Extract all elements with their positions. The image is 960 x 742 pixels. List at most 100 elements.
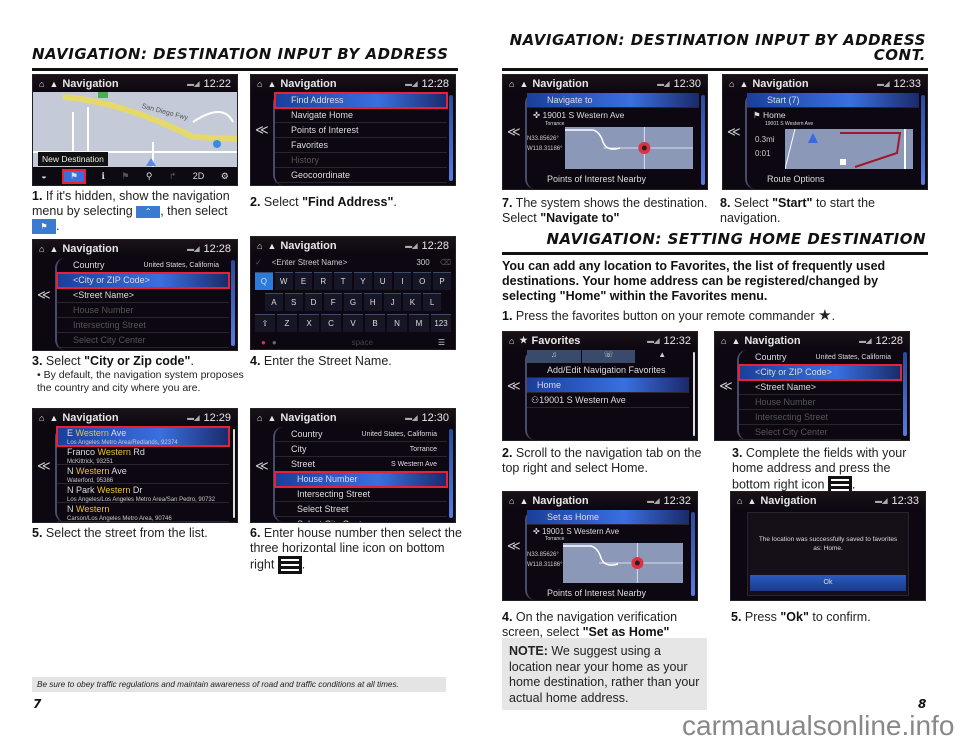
country-row[interactable]: Country United States, California <box>739 350 901 365</box>
key[interactable]: T <box>334 272 352 290</box>
key[interactable]: I <box>393 272 412 290</box>
street-result-item[interactable]: N Western Ave Waterford, 95386 <box>57 465 229 484</box>
street-result-item[interactable]: N Park Western Dr Los Angeles/Los Angeles… <box>57 484 229 503</box>
key[interactable]: Z <box>277 314 297 332</box>
list-menu-icon[interactable]: ☰ <box>438 338 445 347</box>
key[interactable]: R <box>314 272 333 290</box>
key[interactable]: F <box>324 293 343 311</box>
scrollbar[interactable] <box>449 429 453 518</box>
key[interactable]: G <box>344 293 362 311</box>
key[interactable]: H <box>363 293 382 311</box>
back-icon[interactable]: ≪ <box>507 378 521 394</box>
key[interactable]: U <box>373 272 392 290</box>
poi-nearby-item[interactable]: Points of Interest Nearby <box>527 172 699 187</box>
home-item[interactable]: Home <box>527 378 689 393</box>
street-result-item[interactable]: E Western Ave Los Angeles Metro Area/Redl… <box>56 426 230 447</box>
select-city-center-item[interactable]: Select City Center <box>739 425 901 440</box>
scrollbar[interactable] <box>693 352 695 436</box>
key[interactable]: E <box>294 272 313 290</box>
back-icon[interactable]: ≪ <box>507 538 521 554</box>
globe-icon[interactable]: ● <box>272 338 277 347</box>
key[interactable]: J <box>383 293 402 311</box>
scrollbar[interactable] <box>449 95 453 181</box>
key[interactable]: W <box>274 272 293 290</box>
back-icon[interactable]: ≪ <box>37 287 51 303</box>
key[interactable]: S <box>284 293 303 311</box>
country-row[interactable]: Country United States, California <box>57 258 229 273</box>
menu-item-navigate-home[interactable]: Navigate Home <box>275 108 447 123</box>
ok-button[interactable]: Ok <box>750 575 906 591</box>
navigate-to-button[interactable]: Navigate to <box>527 93 699 108</box>
key[interactable]: L <box>423 293 442 311</box>
city-row[interactable]: City Torrance <box>275 442 447 457</box>
route-icon[interactable]: ↱ <box>169 171 177 182</box>
back-icon[interactable]: ≪ <box>37 458 51 474</box>
key[interactable]: P <box>433 272 451 290</box>
show-menu-icon[interactable]: ◒ <box>41 171 46 181</box>
scrollbar[interactable] <box>921 95 925 185</box>
street-name-field[interactable]: <Street Name> <box>57 288 229 303</box>
favorite-address-item[interactable]: ⚇ 19001 S Western Ave <box>527 393 689 408</box>
intersecting-street-item[interactable]: Intersecting Street <box>275 487 447 502</box>
select-street-item[interactable]: Select Street <box>275 502 447 517</box>
select-city-center-item[interactable]: Select City Center <box>57 333 229 348</box>
key[interactable]: D <box>304 293 323 311</box>
key[interactable]: V <box>343 314 363 332</box>
numbers-key[interactable]: 123 <box>431 314 451 332</box>
key[interactable]: Y <box>353 272 372 290</box>
settings-icon[interactable]: ⚙ <box>221 171 229 182</box>
select-city-center-item[interactable]: Select City Center <box>275 517 447 522</box>
house-number-field[interactable]: House Number <box>57 303 229 318</box>
poi-pin-icon[interactable]: ⚲ <box>146 171 153 182</box>
country-row[interactable]: Country United States, California <box>275 427 447 442</box>
key[interactable]: B <box>365 314 385 332</box>
key[interactable]: A <box>265 293 283 311</box>
house-number-field[interactable]: House Number <box>739 395 901 410</box>
add-edit-favorites-item[interactable]: Add/Edit Navigation Favorites <box>527 363 689 378</box>
info-icon[interactable]: ℹ <box>102 171 105 182</box>
key[interactable]: K <box>403 293 422 311</box>
cancel-icon[interactable]: ● <box>261 338 266 347</box>
back-icon[interactable]: ≪ <box>255 458 269 474</box>
menu-item-geocoordinate[interactable]: Geocoordinate <box>275 168 447 183</box>
street-result-item[interactable]: Franco Western Rd McKittrick, 93251 <box>57 446 229 465</box>
start-button[interactable]: Start (7) <box>747 93 919 108</box>
back-icon[interactable]: ≪ <box>727 124 741 140</box>
scrollbar[interactable] <box>233 429 235 518</box>
back-icon[interactable]: ≪ <box>507 124 521 140</box>
new-destination-button[interactable]: ⚑ <box>62 168 87 184</box>
menu-item-history[interactable]: History <box>275 153 447 168</box>
menu-item-favorites[interactable]: Favorites <box>275 138 447 153</box>
street-name-input[interactable]: ✓ <Enter Street Name> 300 ⌫ <box>255 255 451 269</box>
scrollbar[interactable] <box>903 352 907 436</box>
tab-phone[interactable]: ☏ <box>581 350 636 363</box>
scrollbar[interactable] <box>691 512 695 596</box>
street-result-item[interactable]: N Western Carson/Los Angeles Metro Area, … <box>57 503 229 522</box>
key[interactable]: X <box>299 314 319 332</box>
route-options-item[interactable]: Route Options <box>747 172 919 187</box>
key[interactable]: O <box>413 272 432 290</box>
key[interactable]: C <box>321 314 341 332</box>
house-number-field[interactable]: House Number <box>274 471 448 488</box>
key[interactable]: N <box>387 314 407 332</box>
key-q[interactable]: Q <box>255 272 273 290</box>
scrollbar[interactable] <box>231 260 235 346</box>
set-as-home-button[interactable]: Set as Home <box>527 510 689 525</box>
back-icon[interactable]: ≪ <box>255 122 269 138</box>
poi-nearby-item[interactable]: Points of Interest Nearby <box>527 586 689 600</box>
street-name-field[interactable]: <Street Name> <box>739 380 901 395</box>
intersecting-street-field[interactable]: Intersecting Street <box>739 410 901 425</box>
menu-item-find-address[interactable]: Find Address <box>274 92 448 109</box>
city-zip-field[interactable]: <City or ZIP Code> <box>56 272 230 289</box>
tab-navigation[interactable]: ▲ <box>635 350 689 363</box>
backspace-icon[interactable]: ⌫ <box>440 258 451 267</box>
space-key[interactable]: space <box>287 338 438 347</box>
street-row[interactable]: Street S Western Ave <box>275 457 447 472</box>
city-zip-field[interactable]: <City or ZIP Code> <box>738 364 902 381</box>
back-icon[interactable]: ≪ <box>719 378 733 394</box>
key[interactable]: M <box>409 314 429 332</box>
tab-music[interactable]: ♫ <box>527 350 581 363</box>
intersecting-street-field[interactable]: Intersecting Street <box>57 318 229 333</box>
shift-key[interactable]: ⇧ <box>255 314 275 332</box>
flag-icon[interactable]: ⚑ <box>121 171 129 182</box>
